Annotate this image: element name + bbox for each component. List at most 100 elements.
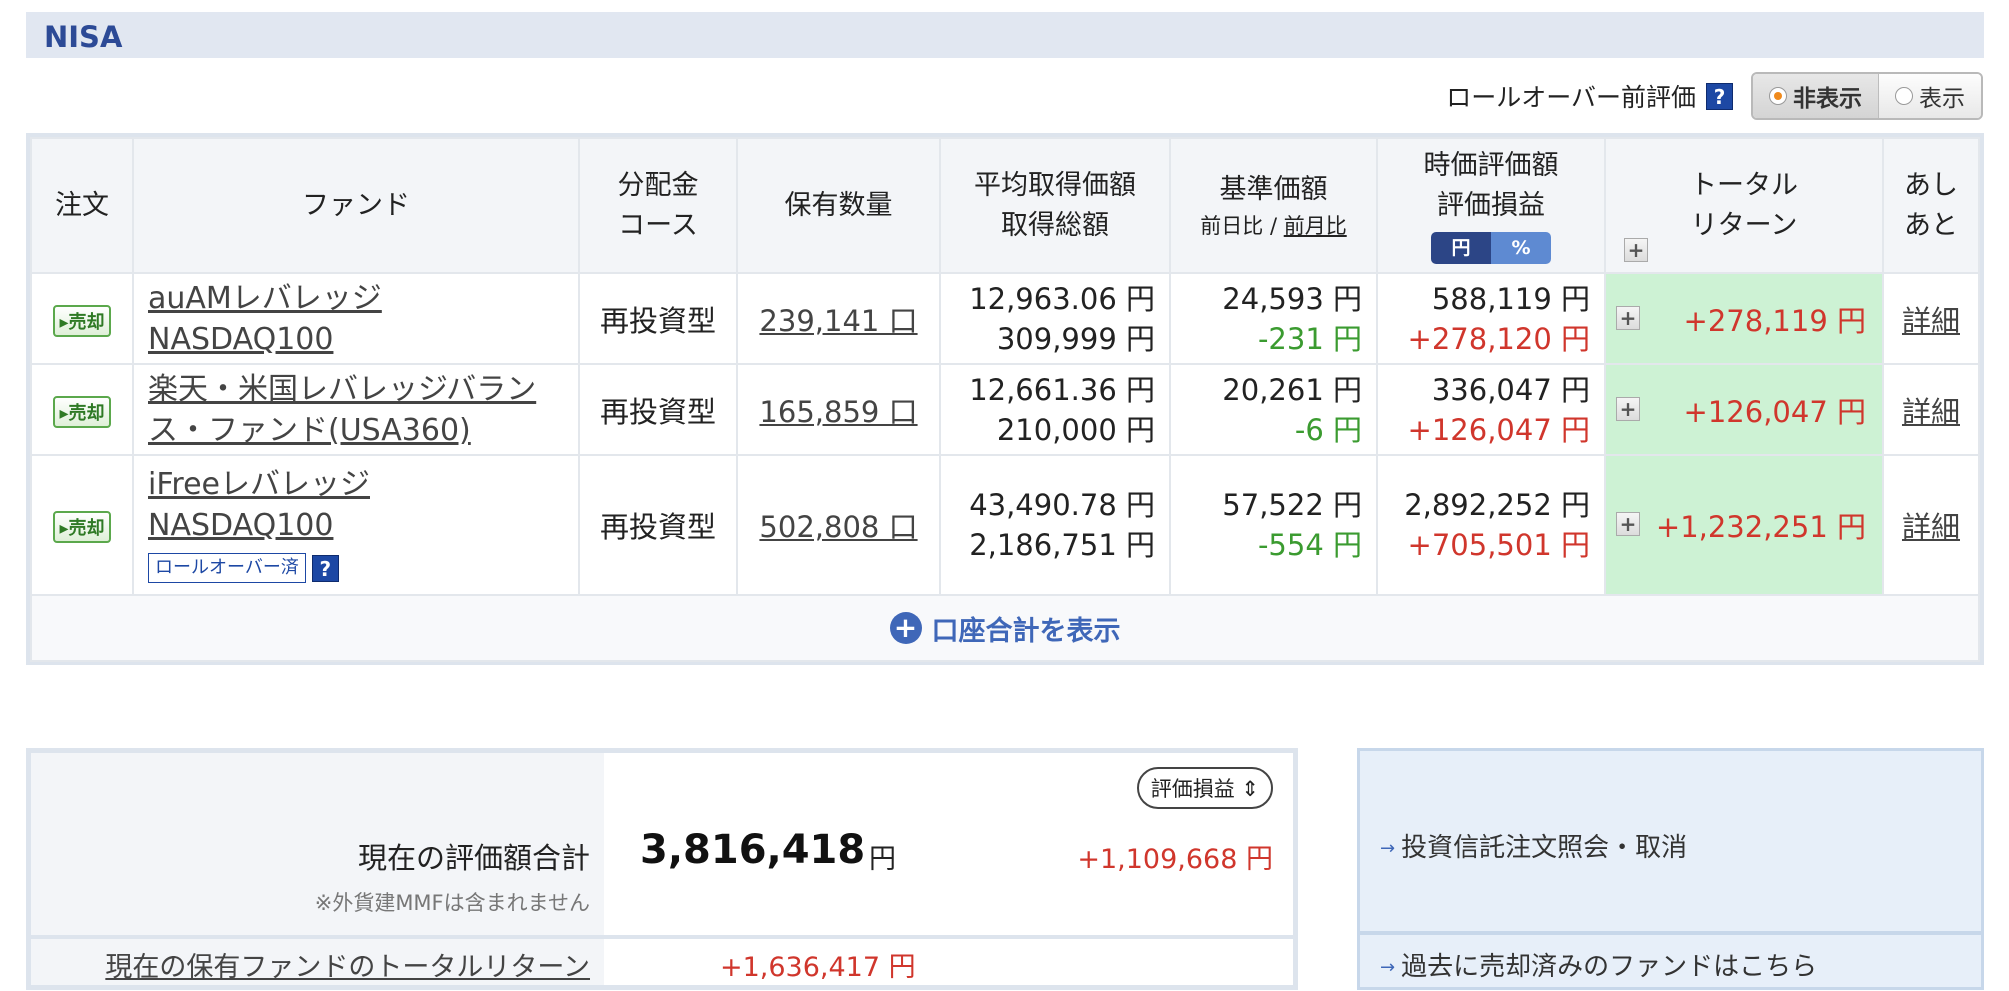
holdings-table: 注文 ファンド 分配金 コース 保有数量 平均取得価額 取得総額 基準価額 前日… — [30, 137, 1980, 662]
summary-panel: 現在の評価額合計 ※外貨建MMFは含まれません 評価損益 ⇕ 3,816,418… — [26, 748, 1298, 990]
unit-toggle: 円 % — [1431, 231, 1551, 264]
base-change: -554 円 — [1257, 528, 1362, 562]
help-icon[interactable]: ? — [1706, 82, 1733, 110]
sell-button-label: 売却 — [68, 311, 105, 333]
fund-name-line1: auAMレバレッジ — [148, 280, 382, 316]
chevron-updown-icon: ⇕ — [1241, 777, 1259, 801]
show-account-total-button[interactable]: + 口座合計を表示 — [30, 594, 1980, 662]
sold-funds-box: → 過去に売却済みのファンドはこちら — [1357, 932, 1984, 990]
expand-plus-icon[interactable]: + — [1616, 512, 1640, 536]
help-icon[interactable]: ? — [311, 554, 339, 582]
order-inquiry-label: 投資信託注文照会・取消 — [1401, 833, 1688, 863]
fund-name-link[interactable]: iFreeレバレッジ NASDAQ100 — [148, 467, 370, 543]
fund-name-link[interactable]: auAMレバレッジ NASDAQ100 — [148, 281, 382, 357]
show-account-total-label: 口座合計を表示 — [931, 615, 1121, 647]
base-change: -231 円 — [1257, 321, 1362, 356]
order-inquiry-box: → 投資信託注文照会・取消 — [1357, 748, 1984, 934]
base-price: 20,261 円 — [1222, 372, 1362, 407]
header-value-line1: 時価評価額 — [1423, 149, 1559, 181]
unrealized-gain: +705,501 円 — [1407, 528, 1590, 562]
section-title: NISA — [44, 20, 123, 54]
fund-name-line2: ス・ファンド(USA360) — [148, 412, 471, 448]
rollover-option-show[interactable]: 表示 — [1878, 74, 1981, 118]
header-fund: ファンド — [132, 137, 580, 274]
qty-link[interactable]: 165,859 口 — [759, 395, 917, 429]
fund-name-line1: iFreeレバレッジ — [148, 467, 370, 502]
detail-link[interactable]: 詳細 — [1902, 510, 1960, 544]
header-course-line1: 分配金 — [617, 169, 699, 201]
base-change: -6 円 — [1294, 412, 1362, 447]
rollover-tag: ロールオーバー済 — [148, 553, 306, 583]
sell-button[interactable]: ▸売却 — [53, 511, 111, 543]
sell-button[interactable]: ▸売却 — [53, 395, 111, 428]
total-return-value: +278,119 円 — [1683, 303, 1866, 338]
rollover-label: ロールオーバー前評価 — [1446, 83, 1696, 112]
radio-selected-icon — [1769, 87, 1787, 105]
unrealized-gain: +278,120 円 — [1407, 321, 1590, 356]
total-return-value: +1,232,251 円 — [1655, 510, 1866, 544]
rollover-option-hide[interactable]: 非表示 — [1753, 74, 1878, 118]
rollover-option-hide-label: 非表示 — [1793, 86, 1862, 112]
header-avg-line2: 取得総額 — [1001, 209, 1109, 241]
side-links: → 投資信託注文照会・取消 → 過去に売却済みのファンドはこちら — [1357, 748, 1984, 990]
total-return-sum: +1,636,417 円 — [720, 952, 916, 983]
evaluation-select-label: 評価損益 — [1150, 777, 1235, 801]
header-avg: 平均取得価額 取得総額 — [939, 137, 1171, 274]
evaluation-select[interactable]: 評価損益 ⇕ — [1136, 767, 1273, 809]
holdings-table-wrapper: 注文 ファンド 分配金 コース 保有数量 平均取得価額 取得総額 基準価額 前日… — [26, 133, 1984, 665]
expand-plus-icon[interactable]: + — [1616, 396, 1640, 421]
summary-label-cell: 現在の評価額合計 ※外貨建MMFは含まれません — [31, 753, 604, 935]
sold-funds-label: 過去に売却済みのファンドはこちら — [1401, 952, 1818, 982]
expand-plus-icon[interactable]: + — [1616, 305, 1640, 330]
unit-percent-button[interactable]: % — [1491, 231, 1551, 264]
header-course-line2: コース — [618, 209, 698, 241]
total-gain: +1,109,668 円 — [1077, 844, 1273, 875]
market-value: 588,119 円 — [1431, 281, 1590, 316]
header-value-line2: 評価損益 — [1437, 189, 1545, 221]
course-cell: 再投資型 — [578, 363, 738, 456]
detail-link[interactable]: 詳細 — [1902, 304, 1960, 338]
header-history-line1: あし — [1904, 169, 1958, 201]
header-total-return: トータル リターン + — [1604, 137, 1884, 274]
table-row: ▸売却 楽天・米国レバレッジバラン ス・ファンド(USA360) 再投資型 165… — [30, 363, 1980, 456]
avg-total: 210,000 円 — [996, 412, 1155, 447]
summary-value-cell: 評価損益 ⇕ 3,816,418 円 +1,109,668 円 — [604, 753, 1293, 935]
header-base-line1: 基準価額 — [1219, 173, 1328, 205]
expand-plus-icon[interactable]: + — [1624, 238, 1648, 262]
avg-total: 309,999 円 — [996, 321, 1155, 356]
order-inquiry-link[interactable]: → 投資信託注文照会・取消 — [1380, 827, 1687, 864]
total-valuation: 3,816,418 — [640, 827, 866, 873]
header-base-monthly-link[interactable]: 前月比 — [1284, 214, 1347, 238]
header-history-line2: あと — [1904, 209, 1958, 241]
summary-note: ※外貨建MMFは含まれません — [314, 891, 590, 915]
sell-button[interactable]: ▸売却 — [53, 304, 111, 337]
rollover-control: ロールオーバー前評価 ? 非表示 表示 — [1446, 70, 1983, 122]
arrow-right-icon: → — [1380, 838, 1396, 859]
header-avg-line1: 平均取得価額 — [974, 169, 1136, 201]
header-history: あし あと — [1882, 137, 1980, 274]
avg-price: 12,661.36 円 — [969, 372, 1155, 407]
header-base-daily: 前日比 — [1200, 213, 1264, 238]
header-value: 時価評価額 評価損益 円 % — [1376, 137, 1606, 274]
fund-name-link[interactable]: 楽天・米国レバレッジバラン ス・ファンド(USA360) — [148, 372, 536, 448]
sold-funds-link[interactable]: → 過去に売却済みのファンドはこちら — [1380, 946, 1817, 983]
summary-return-row: 現在の保有ファンドのトータルリターン +1,636,417 円 — [31, 935, 1293, 985]
qty-link[interactable]: 239,141 口 — [759, 304, 917, 338]
table-row: ▸売却 iFreeレバレッジ NASDAQ100 ロールオーバー済? 再投資型 5… — [30, 454, 1980, 596]
qty-link[interactable]: 502,808 口 — [759, 510, 917, 544]
total-valuation-unit: 円 — [869, 844, 896, 875]
plus-circle-icon: + — [889, 612, 922, 644]
table-footer: + 口座合計を表示 — [30, 594, 1980, 662]
unit-yen-button[interactable]: 円 — [1431, 231, 1491, 264]
unrealized-gain: +126,047 円 — [1407, 412, 1590, 447]
detail-link[interactable]: 詳細 — [1902, 395, 1960, 429]
total-return-link[interactable]: 現在の保有ファンドのトータルリターン — [105, 945, 590, 984]
fund-name-line2: NASDAQ100 — [148, 321, 334, 357]
section-title-bar: NISA — [26, 12, 1984, 58]
base-price: 57,522 円 — [1222, 488, 1362, 522]
fund-name-line2: NASDAQ100 — [148, 508, 334, 543]
header-order: 注文 — [30, 137, 134, 274]
header-return-line1: トータル — [1690, 169, 1798, 201]
rollover-option-show-label: 表示 — [1919, 86, 1965, 112]
header-course: 分配金 コース — [578, 137, 738, 274]
